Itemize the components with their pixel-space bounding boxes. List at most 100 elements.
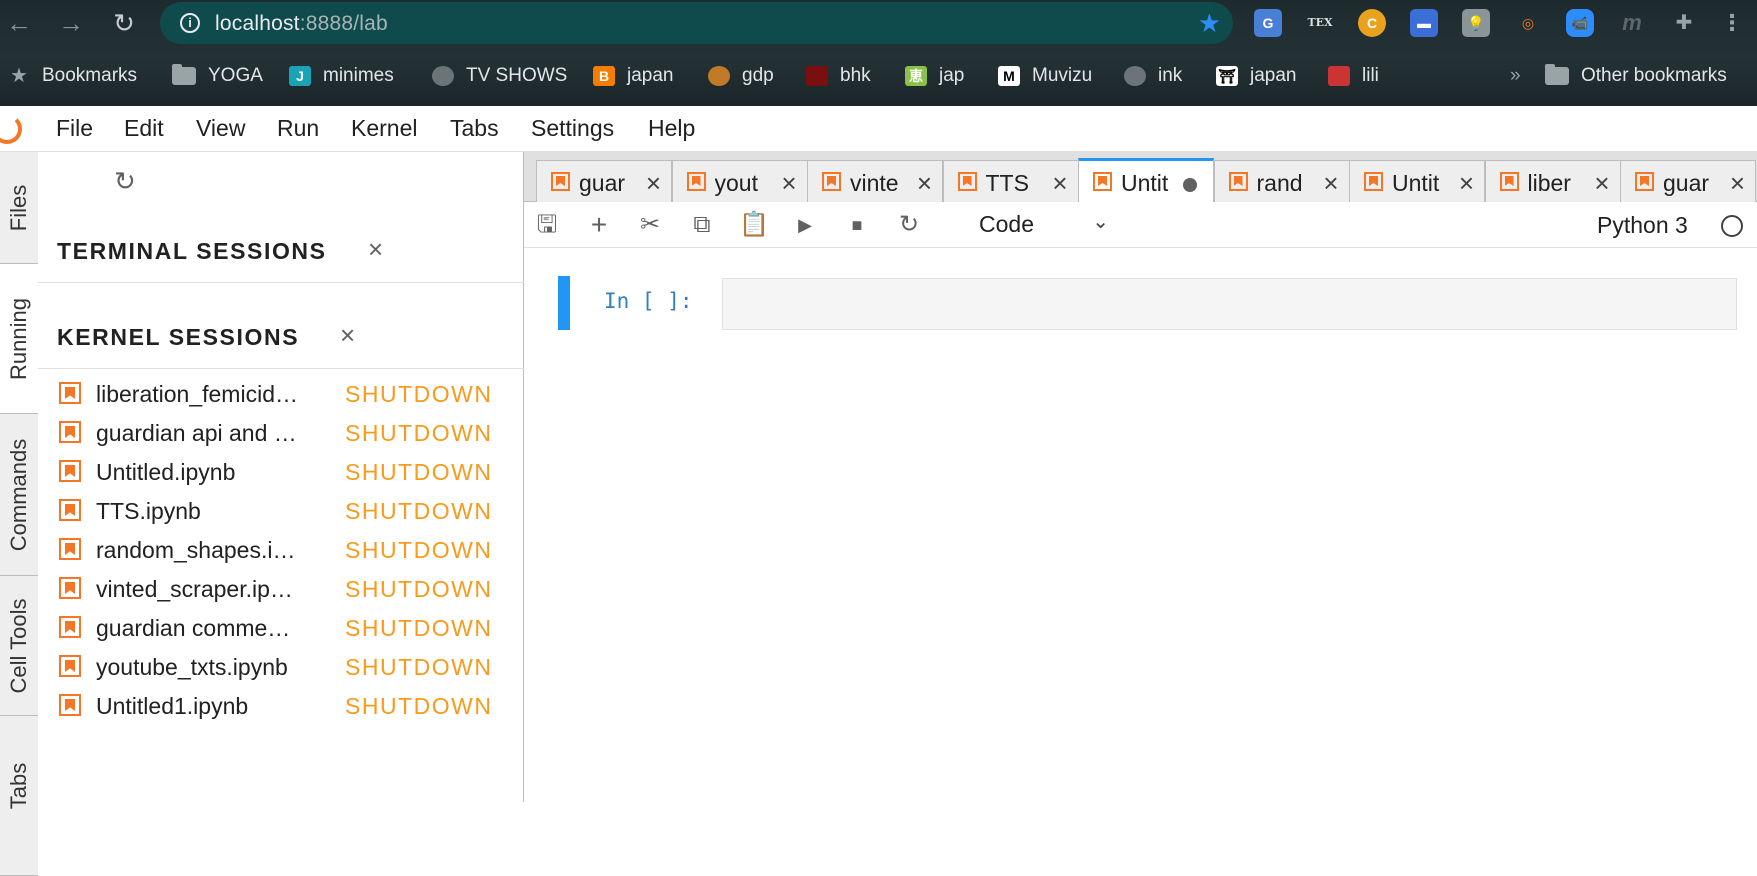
tex-extension-icon[interactable]: TEX [1306,9,1334,37]
unsaved-dot-icon[interactable] [1183,178,1197,192]
cell-editor[interactable] [722,278,1737,330]
shutdown-button[interactable]: SHUTDOWN [345,381,492,408]
kernel-session-name[interactable]: guardian api and … [96,420,316,447]
bulb-extension-icon[interactable]: 💡 [1462,9,1490,37]
bookmark-item[interactable]: ink [1124,62,1182,90]
cell-type-select[interactable]: Code ⌄ [979,207,1119,241]
document-tab[interactable]: guar × [1620,160,1756,202]
shutdown-button[interactable]: SHUTDOWN [345,615,492,642]
puzzle-icon[interactable]: ✚ [1670,9,1698,37]
cut-icon[interactable]: ✂ [635,210,665,240]
close-terminals-icon[interactable]: × [368,234,383,265]
reload-button[interactable]: ↻ [107,6,141,40]
kernel-session-name[interactable]: youtube_txts.ipynb [96,654,316,681]
close-tab-icon[interactable]: × [1052,168,1067,199]
close-tab-icon[interactable]: × [1323,168,1338,199]
cell-collapser[interactable] [558,276,570,330]
stop-icon[interactable]: ■ [842,210,872,240]
refresh-icon[interactable]: ↻ [114,166,136,197]
document-tab[interactable]: Untit [1078,158,1214,202]
address-bar[interactable]: i localhost:8888/lab ★ [160,2,1233,44]
bookmark-item[interactable]: ★ Bookmarks [8,62,137,90]
paste-icon[interactable]: 📋 [739,210,769,240]
kernel-session-name[interactable]: liberation_femicid… [96,381,316,408]
document-tab[interactable]: vinte × [807,160,943,202]
color-extension-icon[interactable]: C [1358,9,1386,37]
bookmark-item[interactable]: ⛩ japan [1216,62,1297,90]
menu-view[interactable]: View [196,115,245,142]
add-cell-icon[interactable]: + [584,210,614,240]
translate-extension-icon[interactable]: G [1254,9,1282,37]
kernel-session-name[interactable]: Untitled1.ipynb [96,693,316,720]
browser-menu-icon[interactable]: ⋮ [1718,9,1746,37]
close-tab-icon[interactable]: × [1459,168,1474,199]
restart-icon[interactable]: ↻ [894,210,924,240]
close-tab-icon[interactable]: × [781,168,796,199]
shutdown-button[interactable]: SHUTDOWN [345,576,492,603]
tab-tabs[interactable]: Tabs [0,716,38,876]
kernel-session-row[interactable]: Untitled1.ipynb SHUTDOWN [38,686,524,725]
close-kernels-icon[interactable]: × [340,320,355,351]
kernel-session-row[interactable]: guardian comme… SHUTDOWN [38,608,524,647]
bookmarks-overflow-button[interactable]: » [1510,62,1521,90]
menu-run[interactable]: Run [277,115,319,142]
run-icon[interactable]: ▶ [790,210,820,240]
document-tab[interactable]: TTS × [942,160,1079,202]
kernel-session-row[interactable]: random_shapes.i… SHUTDOWN [38,530,524,569]
menu-file[interactable]: File [56,115,93,142]
close-tab-icon[interactable]: × [1730,168,1745,199]
save-icon[interactable]: 🖫 [532,210,562,240]
bookmark-star-icon[interactable]: ★ [1198,8,1221,39]
kernel-name[interactable]: Python 3 [1597,212,1688,239]
shutdown-button[interactable]: SHUTDOWN [345,537,492,564]
menu-tabs[interactable]: Tabs [450,115,499,142]
shutdown-button[interactable]: SHUTDOWN [345,654,492,681]
kernel-session-row[interactable]: Untitled.ipynb SHUTDOWN [38,452,524,491]
shutdown-button[interactable]: SHUTDOWN [345,693,492,720]
bookmark-item[interactable]: lili [1328,62,1379,90]
kernel-session-name[interactable]: guardian comme… [96,615,316,642]
shutdown-button[interactable]: SHUTDOWN [345,459,492,486]
forward-button[interactable]: → [54,6,88,40]
kernel-session-row[interactable]: guardian api and … SHUTDOWN [38,413,524,452]
bookmark-item[interactable]: 恵 jap [905,62,964,90]
bookmark-item[interactable]: gdp [708,62,774,90]
tab-commands[interactable]: Commands [0,414,38,576]
bookmark-item[interactable]: bhk [806,62,871,90]
copy-icon[interactable]: ⧉ [687,210,717,240]
other-bookmarks[interactable]: Other bookmarks [1545,62,1727,90]
document-tab[interactable]: Untit × [1349,160,1485,202]
jupyter-extension-icon[interactable]: ◎ [1514,9,1542,37]
kernel-session-name[interactable]: Untitled.ipynb [96,459,316,486]
url-text[interactable]: localhost:8888/lab [215,12,388,36]
menu-settings[interactable]: Settings [531,115,614,142]
menu-help[interactable]: Help [648,115,695,142]
info-icon[interactable]: i [180,13,200,33]
close-tab-icon[interactable]: × [1594,168,1609,199]
bookmark-item[interactable]: TV SHOWS [432,62,567,90]
document-tab[interactable]: liber × [1484,160,1621,202]
code-cell[interactable]: In [ ]: [558,276,1737,330]
shutdown-button[interactable]: SHUTDOWN [345,498,492,525]
tab-files[interactable]: Files [0,152,38,264]
menu-edit[interactable]: Edit [124,115,164,142]
kernel-session-row[interactable]: liberation_femicid… SHUTDOWN [38,374,524,413]
document-tab[interactable]: guar × [536,160,672,202]
close-tab-icon[interactable]: × [917,168,932,199]
bookmark-item[interactable]: Jminimes [289,62,394,90]
bookmark-item[interactable]: Bjapan [593,62,674,90]
m-extension-icon[interactable]: m [1618,9,1646,37]
zoom-extension-icon[interactable]: 📹 [1566,9,1594,37]
bookmark-item[interactable]: M Muvizu [998,62,1092,90]
shutdown-button[interactable]: SHUTDOWN [345,420,492,447]
kernel-session-name[interactable]: vinted_scraper.ip… [96,576,316,603]
window-extension-icon[interactable]: ▬ [1410,9,1438,37]
tab-running[interactable]: Running [0,264,38,414]
close-tab-icon[interactable]: × [646,168,661,199]
bookmark-item[interactable]: YOGA [172,62,263,90]
kernel-session-row[interactable]: youtube_txts.ipynb SHUTDOWN [38,647,524,686]
kernel-session-name[interactable]: TTS.ipynb [96,498,316,525]
kernel-session-name[interactable]: random_shapes.i… [96,537,316,564]
document-tab[interactable]: yout × [671,160,808,202]
back-button[interactable]: ← [2,6,36,40]
